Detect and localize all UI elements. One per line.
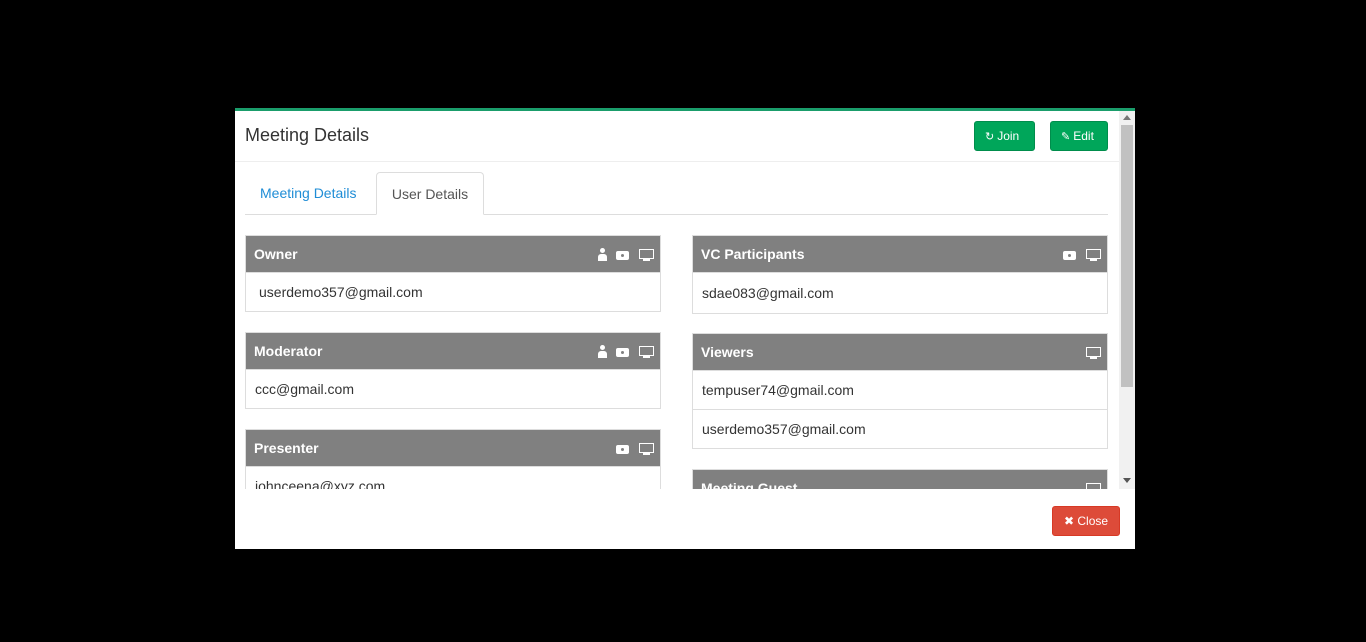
camera-icon[interactable] (616, 248, 631, 261)
modal-header: Meeting Details ↻ Join ✎ Edit (235, 111, 1119, 162)
edit-icon: ✎ (1061, 131, 1071, 143)
vc-participants-panel: VC Participants sdae083@gmail.com (692, 235, 1108, 314)
monitor-icon[interactable] (1086, 346, 1101, 359)
camera-icon[interactable] (616, 442, 631, 455)
user-icon[interactable] (597, 344, 608, 358)
edit-label: Edit (1073, 129, 1094, 143)
close-button[interactable]: ✖ Close (1052, 506, 1120, 536)
presenter-panel-header: Presenter (246, 430, 660, 466)
tab-user-details[interactable]: User Details (376, 172, 484, 215)
camera-icon[interactable] (616, 345, 631, 358)
join-label: Join (997, 129, 1020, 143)
moderator-panel-header: Moderator (246, 333, 660, 369)
monitor-icon[interactable] (1086, 248, 1101, 261)
modal-footer: ✖ Close (235, 489, 1120, 549)
meeting-guest-panel: Meeting Guest (692, 469, 1108, 489)
meeting-guest-panel-header: Meeting Guest (693, 470, 1107, 489)
scroll-up-arrow[interactable] (1123, 115, 1131, 120)
scroll-thumb[interactable] (1121, 125, 1133, 387)
viewers-panel-title: Viewers (701, 344, 754, 360)
meeting-guest-panel-title: Meeting Guest (701, 480, 798, 489)
list-item: userdemo357@gmail.com (693, 409, 1107, 448)
scroll-down-arrow[interactable] (1123, 478, 1131, 483)
monitor-icon[interactable] (639, 442, 654, 455)
monitor-icon[interactable] (1086, 482, 1101, 489)
vc-participants-panel-title: VC Participants (701, 246, 805, 262)
list-item: userdemo357@gmail.com (246, 272, 660, 311)
refresh-icon: ↻ (985, 131, 995, 143)
modal-scrollbar[interactable] (1119, 111, 1135, 489)
list-item: johnceena@xyz.com (246, 466, 660, 489)
close-label: Close (1077, 514, 1109, 528)
modal-title: Meeting Details (245, 125, 370, 145)
tab-meeting-details[interactable]: Meeting Details (245, 172, 372, 214)
viewers-panel-header: Viewers (693, 334, 1107, 370)
list-item: sdae083@gmail.com (693, 272, 1107, 313)
edit-button[interactable]: ✎ Edit (1050, 121, 1108, 151)
owner-panel-title: Owner (254, 246, 298, 262)
monitor-icon[interactable] (639, 345, 654, 358)
viewers-panel: Viewers tempuser74@gmail.com userdemo357… (692, 333, 1108, 449)
meeting-details-modal: Meeting Details ↻ Join ✎ Edit Meeting Deta… (235, 108, 1135, 549)
tab-bar: Meeting Details User Details (245, 172, 1108, 215)
user-icon[interactable] (597, 247, 608, 261)
camera-icon[interactable] (1063, 248, 1078, 261)
list-item: ccc@gmail.com (246, 369, 660, 408)
owner-panel: Owner userdemo357@gmail.com (245, 235, 661, 312)
presenter-panel: Presenter johnceena@xyz.com (245, 429, 661, 489)
moderator-panel-title: Moderator (254, 343, 323, 359)
join-button[interactable]: ↻ Join (974, 121, 1035, 151)
presenter-panel-title: Presenter (254, 440, 319, 456)
moderator-panel: Moderator ccc@gmail.com (245, 332, 661, 409)
owner-panel-header: Owner (246, 236, 660, 272)
close-icon: ✖ (1063, 514, 1075, 528)
list-item: tempuser74@gmail.com (693, 370, 1107, 409)
monitor-icon[interactable] (639, 248, 654, 261)
modal-body[interactable]: Meeting Details User Details Owner userd… (235, 162, 1119, 489)
vc-participants-panel-header: VC Participants (693, 236, 1107, 272)
